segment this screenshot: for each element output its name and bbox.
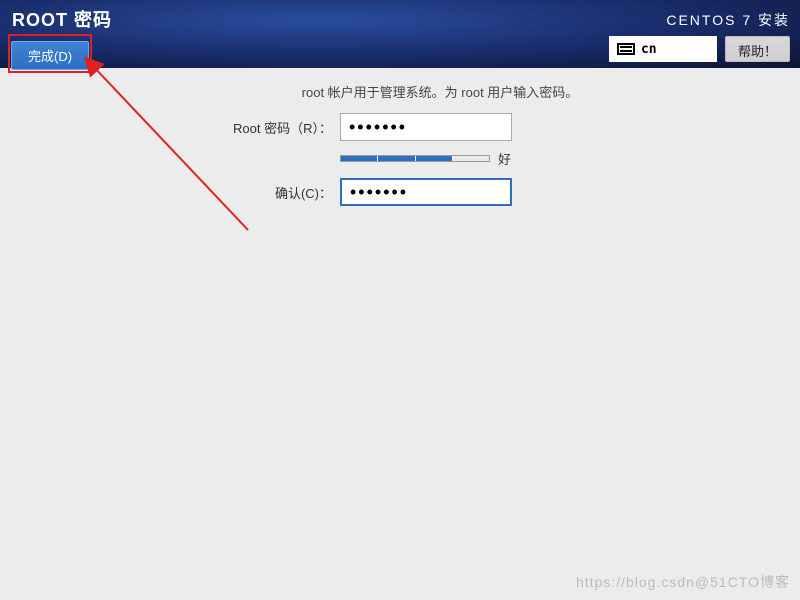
keyboard-layout-code: cn [641, 42, 657, 57]
done-button-highlight: 完成(D) [8, 34, 92, 73]
topbar-right: CENTOS 7 安装 cn 帮助！ [609, 6, 790, 68]
help-button[interactable]: 帮助！ [725, 36, 790, 62]
keyboard-layout-selector[interactable]: cn [609, 36, 717, 62]
topbar-right-row: cn 帮助！ [609, 36, 790, 62]
watermark-text: https://blog.csdn@51CTO博客 [576, 572, 790, 592]
strength-segment [377, 156, 414, 161]
strength-segment [415, 156, 452, 161]
topbar-left: ROOT 密码 完成(D) [8, 6, 112, 68]
confirm-password-row: 确认(C)： [210, 178, 740, 206]
password-strength-bar [340, 155, 490, 162]
keyboard-icon [617, 43, 635, 55]
installer-topbar: ROOT 密码 完成(D) CENTOS 7 安装 cn 帮助！ [0, 0, 800, 68]
content-area: root 帐户用于管理系统。为 root 用户输入密码。 Root 密码（R）：… [0, 68, 800, 206]
strength-segment [341, 156, 377, 161]
done-button[interactable]: 完成(D) [11, 41, 89, 70]
password-strength-row: 好 [340, 149, 740, 168]
root-password-input[interactable] [340, 113, 512, 141]
root-password-row: Root 密码（R）： [210, 113, 740, 141]
strength-segment [452, 156, 489, 161]
installer-name: CENTOS 7 安装 [666, 10, 790, 30]
confirm-password-input[interactable] [340, 178, 512, 206]
confirm-password-label: 确认(C)： [210, 183, 340, 202]
password-strength-label: 好 [498, 149, 511, 168]
page-title: ROOT 密码 [12, 6, 112, 32]
root-password-label: Root 密码（R）： [210, 118, 340, 137]
instruction-text: root 帐户用于管理系统。为 root 用户输入密码。 [140, 82, 740, 101]
